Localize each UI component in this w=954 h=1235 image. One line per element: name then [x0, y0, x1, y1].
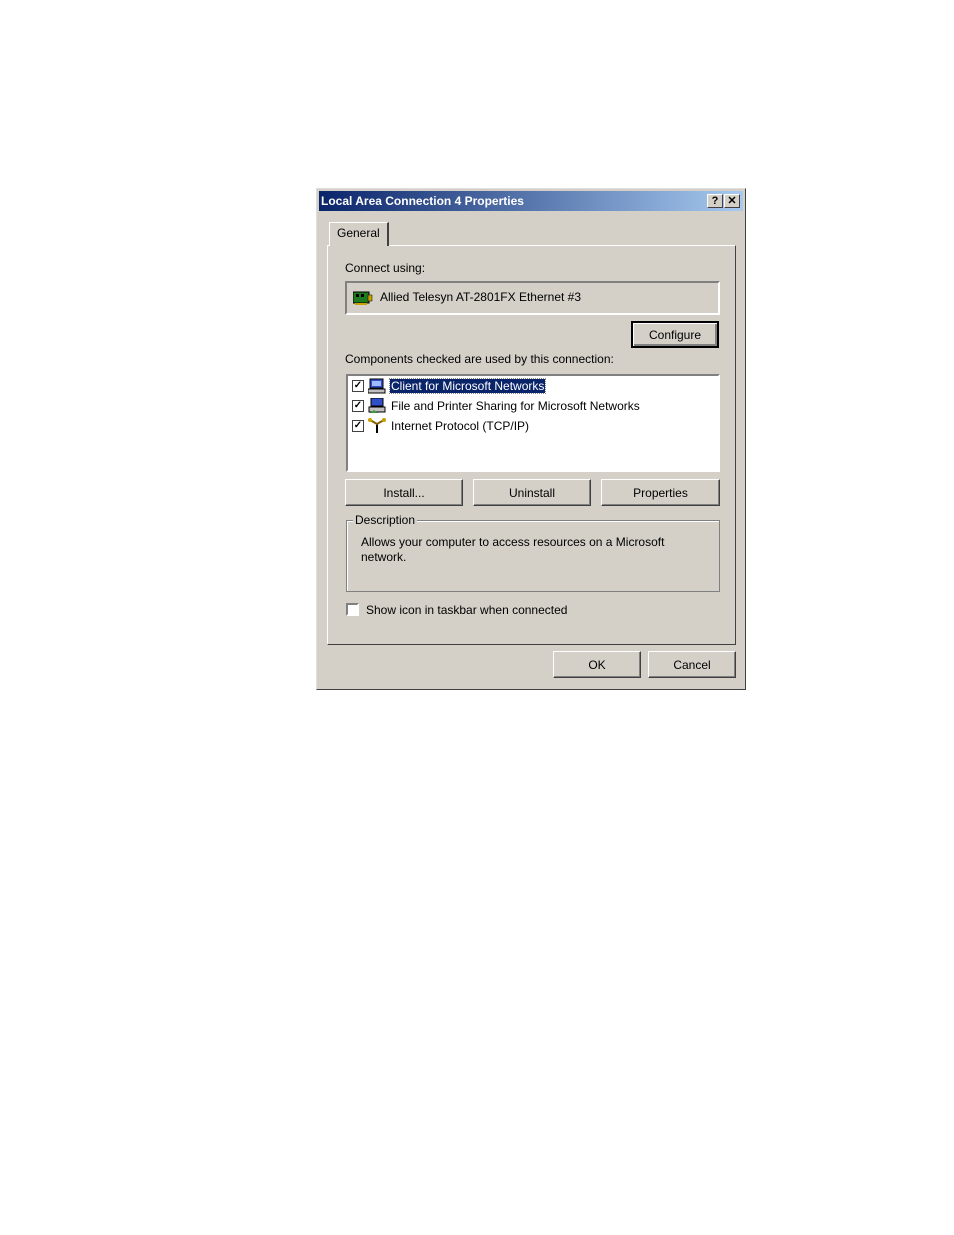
- install-button[interactable]: Install...: [345, 479, 463, 506]
- uninstall-button[interactable]: Uninstall: [473, 479, 591, 506]
- configure-button[interactable]: Configure: [631, 321, 719, 348]
- properties-button[interactable]: Properties: [601, 479, 720, 506]
- components-list[interactable]: ✓ Client for Microsoft Networks ✓ File a…: [346, 374, 720, 472]
- properties-dialog: Local Area Connection 4 Properties ? ✕ G…: [316, 188, 746, 690]
- window-title: Local Area Connection 4 Properties: [321, 194, 524, 208]
- tab-general[interactable]: General: [329, 222, 389, 246]
- show-icon-checkbox[interactable]: [346, 603, 359, 616]
- components-label: Components checked are used by this conn…: [345, 352, 614, 366]
- component-label: File and Printer Sharing for Microsoft N…: [391, 399, 640, 413]
- component-label: Client for Microsoft Networks: [388, 378, 547, 394]
- adapter-name: Allied Telesyn AT-2801FX Ethernet #3: [380, 290, 582, 304]
- component-checkbox[interactable]: ✓: [352, 420, 364, 432]
- show-icon-label[interactable]: Show icon in taskbar when connected: [366, 603, 567, 617]
- network-adapter-icon: [352, 290, 373, 306]
- component-checkbox[interactable]: ✓: [352, 380, 364, 392]
- description-group: Description Allows your computer to acce…: [346, 513, 720, 592]
- file-printer-sharing-icon: [368, 397, 386, 414]
- description-text: Allows your computer to access resources…: [361, 535, 665, 564]
- help-button[interactable]: ?: [707, 194, 723, 208]
- adapter-box: Allied Telesyn AT-2801FX Ethernet #3: [345, 281, 720, 315]
- component-checkbox[interactable]: ✓: [352, 400, 364, 412]
- title-bar[interactable]: Local Area Connection 4 Properties ? ✕: [319, 191, 743, 211]
- general-tab-panel: Connect using: Allied Telesyn AT-2801FX …: [327, 245, 736, 645]
- cancel-button[interactable]: Cancel: [648, 651, 736, 678]
- component-label: Internet Protocol (TCP/IP): [391, 419, 530, 433]
- ok-button[interactable]: OK: [553, 651, 641, 678]
- description-title: Description: [353, 513, 418, 527]
- connect-using-label: Connect using:: [345, 261, 426, 275]
- close-button[interactable]: ✕: [724, 194, 740, 208]
- network-client-icon: [367, 378, 386, 394]
- network-protocol-icon: [368, 418, 386, 434]
